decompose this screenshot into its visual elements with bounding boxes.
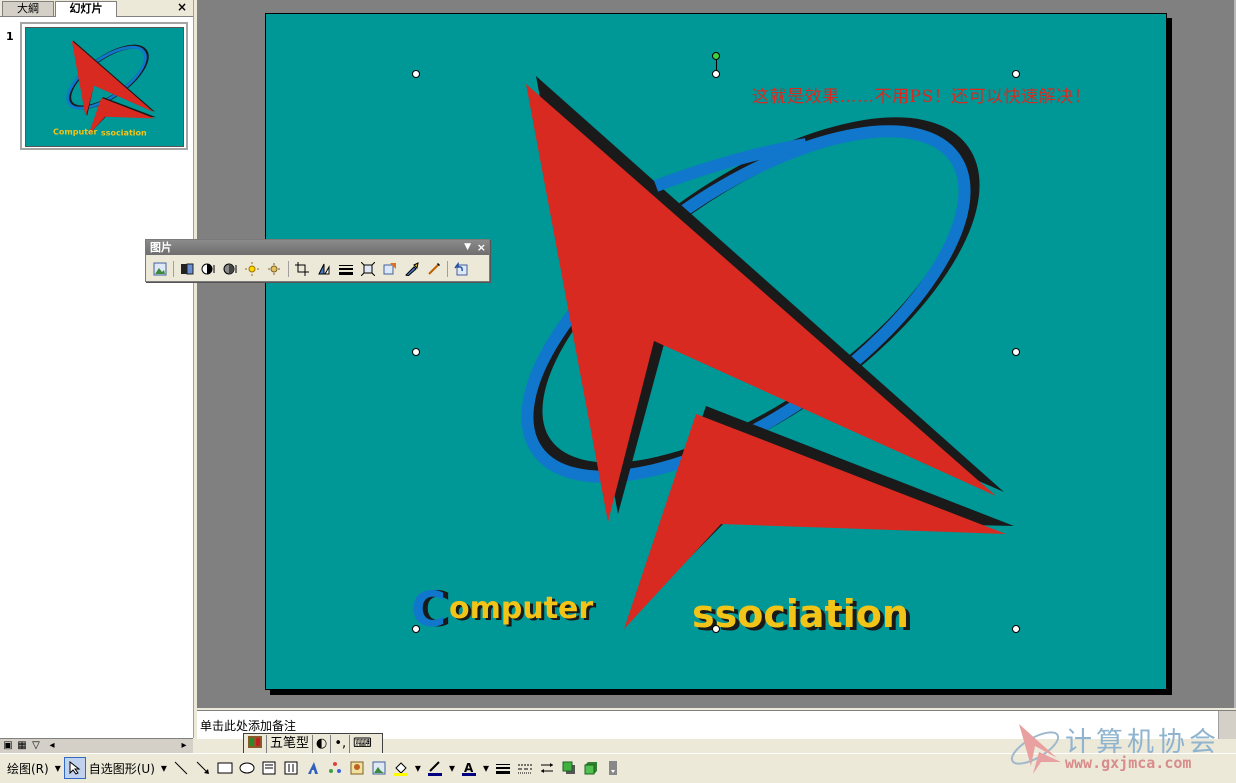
less-brightness-icon[interactable] (264, 259, 286, 279)
logo-word-left: omputer (449, 591, 593, 626)
view-buttons-bar: ▣ ▦ ▽ ◂ ▸ (0, 738, 193, 753)
scroll-left-icon[interactable]: ◂ (46, 740, 58, 751)
slides-pane: 大綱 幻灯片 × 1 Computer ssociation (0, 0, 194, 738)
resize-handle-top-left[interactable] (412, 70, 420, 78)
svg-text:Computer: Computer (53, 128, 97, 137)
picture-toolbar-titlebar[interactable]: 图片 ▼ × (146, 240, 489, 255)
slide-show-view-icon[interactable]: ▽ (30, 740, 42, 751)
scroll-right-icon[interactable]: ▸ (178, 740, 190, 751)
autoshapes-menu[interactable]: 自选图形(U) (86, 760, 158, 777)
shadow-style-icon[interactable] (558, 757, 580, 779)
oval-tool-icon[interactable] (236, 757, 258, 779)
rotation-handle[interactable] (712, 52, 720, 60)
more-contrast-icon[interactable] (198, 259, 220, 279)
drawing-toolbar-items: 绘图(R) ▾ 自选图形(U) ▾ ▾ ▾ A ▾ (4, 757, 624, 779)
font-color-arrow-icon[interactable]: ▾ (480, 761, 492, 775)
color-icon[interactable] (176, 259, 198, 279)
watermark-url: www.gxjmca.com (1065, 754, 1192, 772)
resize-handle-bottom-right[interactable] (1012, 625, 1020, 633)
line-tool-icon[interactable] (170, 757, 192, 779)
arrow-tool-icon[interactable] (192, 757, 214, 779)
vertical-text-box-icon[interactable] (280, 757, 302, 779)
soft-keyboard-icon[interactable]: ⌨ (350, 735, 375, 753)
rotate-left-icon[interactable] (313, 259, 335, 279)
slide-editing-area: C C omputer omputer ssociation ssociatio… (197, 0, 1236, 708)
edit-picture-icon[interactable] (423, 259, 445, 279)
autoshapes-arrow-icon[interactable]: ▾ (158, 761, 170, 775)
resize-handle-left[interactable] (412, 348, 420, 356)
toolbar-separator (173, 261, 174, 277)
slide-thumbnail[interactable]: Computer ssociation (20, 22, 188, 150)
resize-handle-bottom[interactable] (712, 625, 720, 633)
font-color-icon[interactable]: A (458, 757, 480, 779)
toolbar-separator (288, 261, 289, 277)
picture-toolbar-title: 图片 (150, 241, 172, 254)
text-box-icon[interactable] (258, 757, 280, 779)
line-color-arrow-icon[interactable]: ▾ (446, 761, 458, 775)
wordart-icon[interactable] (302, 757, 324, 779)
slide-logo-artwork[interactable]: C C omputer omputer ssociation ssociatio… (266, 14, 1166, 689)
picture-toolbar-buttons (149, 259, 472, 279)
ime-logo-icon[interactable] (244, 735, 267, 753)
resize-handle-bottom-left[interactable] (412, 625, 420, 633)
reset-picture-icon[interactable] (450, 259, 472, 279)
svg-text:ssociation: ssociation (101, 128, 147, 137)
tab-slides[interactable]: 幻灯片 (55, 1, 117, 17)
crop-icon[interactable] (291, 259, 313, 279)
slide-number: 1 (6, 30, 14, 43)
punctuation-toggle-icon[interactable]: •, (331, 735, 351, 753)
more-brightness-icon[interactable] (242, 259, 264, 279)
dash-style-icon[interactable] (514, 757, 536, 779)
logo-word-right: ssociation (692, 592, 909, 636)
ime-mode-label[interactable]: 五笔型 (267, 735, 314, 753)
toolbar-options-overflow-icon[interactable] (602, 757, 624, 779)
compress-pictures-icon[interactable] (357, 259, 379, 279)
thumbnail-logo-icon: Computer ssociation (53, 40, 156, 137)
insert-picture-icon[interactable] (149, 259, 171, 279)
line-style-draw-icon[interactable] (492, 757, 514, 779)
pane-tabs: 大綱 幻灯片 × (0, 0, 193, 17)
slide-thumbnail-canvas: Computer ssociation (25, 27, 184, 147)
insert-picture-draw-icon[interactable] (368, 757, 390, 779)
select-objects-icon[interactable] (63, 757, 86, 779)
tab-outline[interactable]: 大綱 (2, 1, 54, 16)
half-width-toggle-icon[interactable]: ◐ (313, 735, 332, 753)
rectangle-tool-icon[interactable] (214, 757, 236, 779)
arrow-style-icon[interactable] (536, 757, 558, 779)
clip-art-icon[interactable] (346, 757, 368, 779)
slide-canvas[interactable]: C C omputer omputer ssociation ssociatio… (265, 13, 1167, 690)
3d-style-icon[interactable] (580, 757, 602, 779)
resize-handle-top-right[interactable] (1012, 70, 1020, 78)
diagram-icon[interactable] (324, 757, 346, 779)
resize-handle-right[interactable] (1012, 348, 1020, 356)
draw-menu[interactable]: 绘图(R) (4, 760, 52, 777)
resize-handle-top[interactable] (712, 70, 720, 78)
notes-placeholder[interactable]: 单击此处添加备注 (200, 717, 296, 734)
watermark-logo-icon (1010, 724, 1061, 774)
draw-menu-arrow-icon[interactable]: ▾ (52, 761, 64, 775)
svg-text:A: A (464, 761, 474, 775)
toolbar-separator (447, 261, 448, 277)
slide-caption-text[interactable]: 这就是效果……不用PS！还可以快速解决！ (752, 82, 1091, 107)
normal-view-icon[interactable]: ▣ (2, 740, 14, 751)
slide-sorter-view-icon[interactable]: ▦ (16, 740, 28, 751)
line-style-icon[interactable] (335, 259, 357, 279)
watermark: 计算机协会 www.gxjmca.com (1005, 718, 1236, 778)
ime-status-bar: 五笔型 ◐ •, ⌨ (243, 733, 383, 755)
less-contrast-icon[interactable] (220, 259, 242, 279)
toolbar-options-icon[interactable]: ▼ (464, 240, 471, 255)
fill-color-arrow-icon[interactable]: ▾ (412, 761, 424, 775)
fill-color-icon[interactable] (390, 757, 412, 779)
set-transparent-color-icon[interactable] (401, 259, 423, 279)
format-picture-icon[interactable] (379, 259, 401, 279)
toolbar-close-icon[interactable]: × (477, 240, 486, 255)
picture-toolbar: 图片 ▼ × (145, 239, 490, 282)
line-color-icon[interactable] (424, 757, 446, 779)
pane-close-icon[interactable]: × (177, 0, 187, 14)
